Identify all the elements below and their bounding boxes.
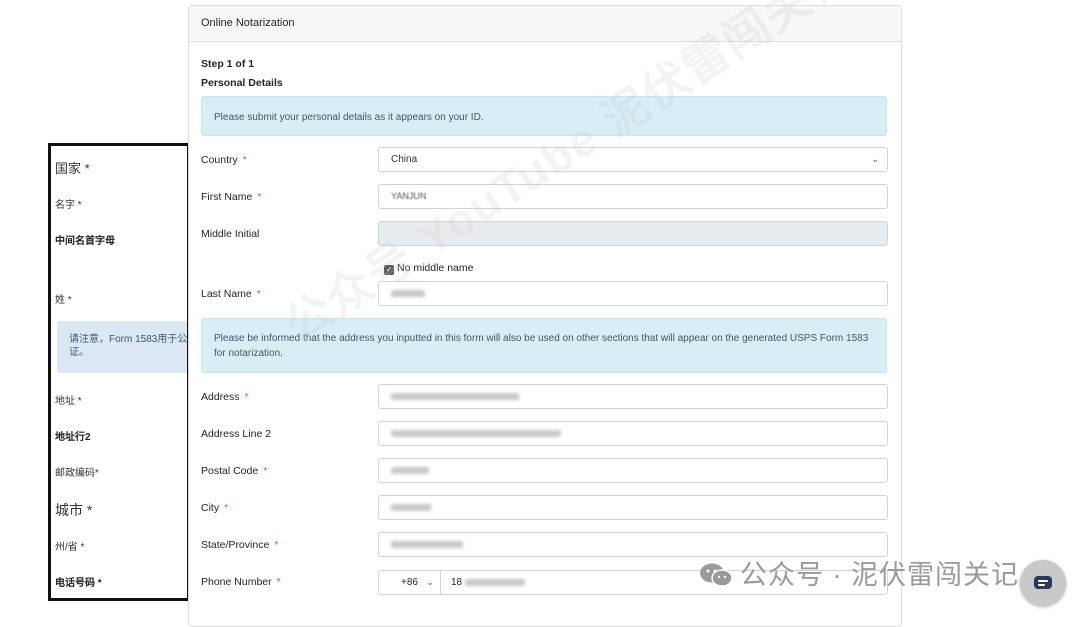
annotation-note-text: 请注意，Form 1583用于公证。 — [69, 334, 188, 358]
annotation-country: 国家 * — [55, 161, 90, 176]
annotation-postal-code: 邮政编码* — [55, 468, 99, 479]
phone-label: Phone Number * — [201, 576, 281, 588]
notarization-card: Online Notarization Step 1 of 1 Personal… — [188, 5, 902, 627]
section-title: Personal Details — [201, 77, 283, 89]
blurred-value — [391, 392, 519, 400]
last-name-label: Last Name * — [201, 288, 261, 300]
address2-input[interactable] — [378, 421, 888, 446]
postal-code-label: Postal Code * — [201, 465, 268, 477]
blurred-value — [391, 289, 425, 297]
address-label: Address * — [201, 391, 249, 403]
annotation-first-name: 名字 * — [55, 200, 82, 211]
annotation-address: 地址 * — [55, 396, 82, 407]
annotation-state: 州/省 * — [55, 542, 85, 553]
chat-bubble-icon — [1034, 576, 1052, 589]
bottom-watermark: 公众号 · 泥伏雷闯关记 — [698, 553, 1019, 592]
annotation-middle-initial: 中间名首字母 — [55, 236, 115, 247]
blurred-value — [391, 503, 431, 511]
middle-initial-label: Middle Initial — [201, 228, 260, 240]
phone-value: 18 — [451, 577, 463, 588]
info-alert-address: Please be informed that the address you … — [201, 318, 887, 373]
blurred-value — [464, 578, 525, 586]
info-alert-personal: Please submit your personal details as i… — [201, 96, 887, 136]
country-code-value: +86 — [401, 577, 418, 588]
postal-code-input[interactable] — [378, 458, 888, 483]
annotation-phone: 电话号码 * — [55, 578, 102, 589]
annotation-panel: 国家 * 名字 * 中间名首字母 姓 * 请注意，Form 1583用于公证。 … — [48, 143, 190, 601]
blurred-value — [391, 429, 561, 437]
wechat-icon — [700, 563, 733, 587]
city-input[interactable] — [378, 495, 888, 520]
blurred-value — [391, 466, 429, 474]
last-name-input[interactable] — [378, 281, 888, 306]
blurred-value — [391, 540, 463, 548]
first-name-label: First Name * — [201, 191, 262, 203]
address2-label: Address Line 2 — [201, 428, 272, 440]
no-middle-name-label: No middle name — [397, 262, 474, 274]
country-code-select[interactable]: +86 ⌄ — [378, 570, 441, 595]
bottom-watermark-text: 公众号 · 泥伏雷闯关记 — [740, 560, 1019, 590]
annotation-address2: 地址行2 — [55, 432, 91, 443]
middle-initial-input[interactable] — [378, 221, 888, 246]
chat-button[interactable] — [1020, 560, 1066, 606]
checkbox-checked-icon[interactable]: ✓ — [384, 265, 394, 275]
first-name-value: YANJUN — [391, 191, 427, 201]
first-name-input[interactable]: YANJUN — [378, 184, 888, 209]
annotation-last-name: 姓 * — [55, 295, 72, 306]
annotation-city: 城市 * — [55, 502, 93, 518]
chevron-down-icon: ⌄ — [426, 577, 434, 587]
state-label: State/Province * — [201, 539, 279, 551]
card-title: Online Notarization — [189, 6, 901, 42]
step-indicator: Step 1 of 1 — [201, 58, 255, 70]
annotation-note: 请注意，Form 1583用于公证。 — [57, 321, 188, 373]
country-select[interactable]: China ⌄ — [378, 147, 888, 172]
country-label: Country * — [201, 154, 247, 166]
chevron-down-icon: ⌄ — [871, 154, 879, 164]
country-value: China — [391, 154, 418, 165]
no-middle-name-checkbox[interactable]: ✓ No middle name — [384, 262, 473, 275]
city-label: City * — [201, 502, 229, 514]
address-input[interactable] — [378, 384, 888, 409]
